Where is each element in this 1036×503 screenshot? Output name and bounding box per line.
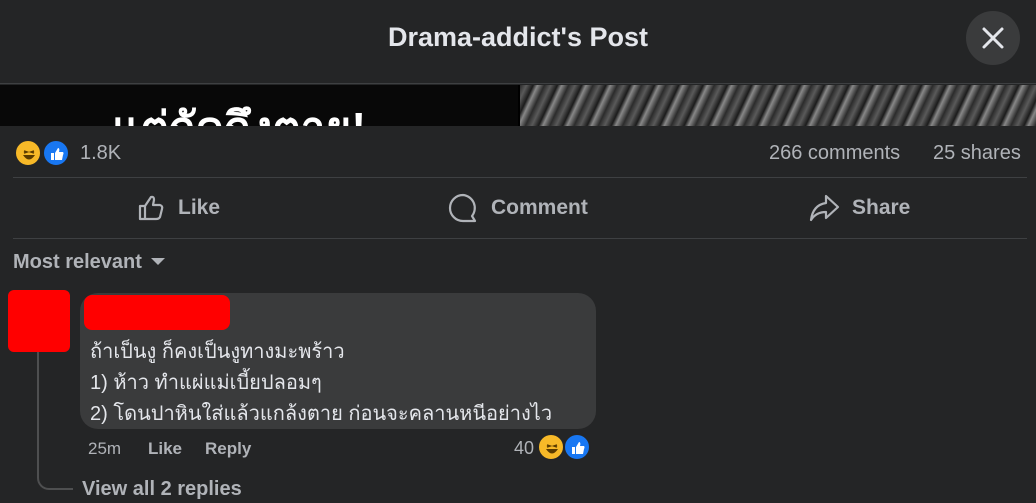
view-replies-link[interactable]: View all 2 replies (82, 478, 242, 501)
sort-label: Most relevant (13, 250, 142, 273)
comment-text-line: 2) โดนปาหินใส่แล้วแกล้งตาย ก่อนจะคลานหนี… (90, 403, 553, 425)
like-button-label: Like (178, 196, 221, 219)
post-image-left: แต่กัดถึงตาย! (0, 85, 518, 126)
reaction-count[interactable]: 1.8K (80, 142, 121, 165)
thumbs-up-icon (138, 195, 164, 221)
shares-count[interactable]: 25 shares (933, 142, 1021, 165)
haha-icon (14, 139, 42, 167)
post-stats: 1.8K 266 comments 25 shares (0, 126, 1036, 178)
comment-button[interactable]: Comment (447, 178, 588, 238)
thread-line (37, 352, 73, 490)
post-image-text: แต่กัดถึงตาย! (112, 93, 366, 126)
comment-text-line: ถ้าเป็นงู ก็คงเป็นงูทางมะพร้าว (90, 341, 345, 363)
like-button[interactable]: Like (136, 178, 220, 238)
like-icon[interactable] (563, 433, 591, 461)
caret-down-icon (150, 258, 165, 265)
haha-icon[interactable] (537, 433, 565, 461)
page-title: Drama-addict's Post (388, 22, 648, 52)
comment-text-line: 1) ห้าว ทำแผ่แม่เบี้ยปลอมๆ (90, 372, 322, 394)
post-image-right (520, 85, 1036, 126)
action-bar: Like Comment Share (13, 177, 1027, 239)
comment-reply-button[interactable]: Reply (205, 439, 251, 459)
comment-button-label: Comment (491, 196, 588, 219)
sort-dropdown[interactable]: Most relevant (13, 249, 166, 275)
post-header: Drama-addict's Post (0, 0, 1036, 84)
avatar[interactable] (8, 290, 70, 352)
comment-author-redacted[interactable] (84, 295, 230, 330)
like-icon (42, 139, 70, 167)
comment-timestamp[interactable]: 25m (88, 439, 121, 459)
comment-bubble: ถ้าเป็นงู ก็คงเป็นงูทางมะพร้าว 1) ห้าว ท… (80, 293, 596, 429)
comment-reaction-count[interactable]: 40 (514, 438, 534, 459)
close-button[interactable] (966, 11, 1020, 65)
close-icon (982, 27, 1004, 49)
share-button[interactable]: Share (808, 178, 910, 238)
comment-like-button[interactable]: Like (148, 439, 182, 459)
share-button-label: Share (852, 196, 911, 219)
reaction-icons[interactable] (14, 139, 74, 167)
post-image[interactable]: แต่กัดถึงตาย! (0, 85, 1036, 126)
comment-icon (448, 193, 477, 223)
comments-count[interactable]: 266 comments (769, 142, 900, 165)
share-icon (809, 194, 840, 222)
